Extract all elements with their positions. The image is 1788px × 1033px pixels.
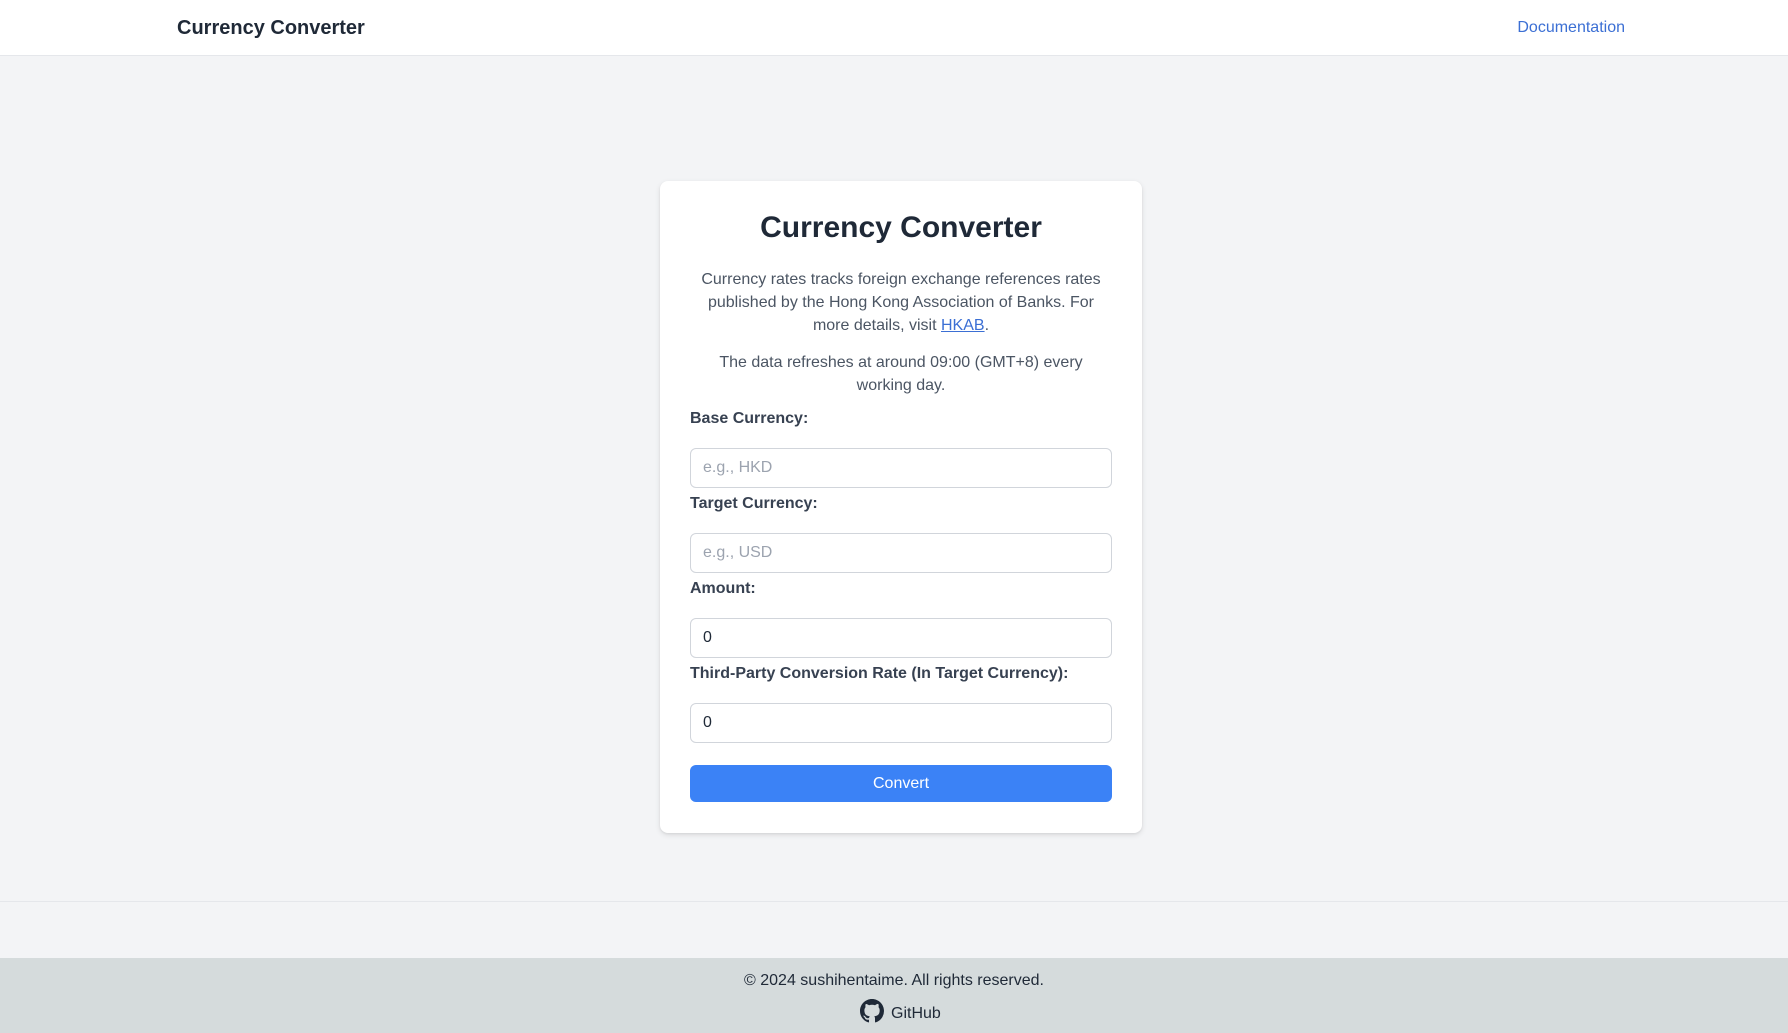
hkab-link[interactable]: HKAB [941, 317, 985, 334]
description-text: Currency rates tracks foreign exchange r… [698, 268, 1104, 337]
description-text-before: Currency rates tracks foreign exchange r… [701, 271, 1101, 334]
third-party-rate-input[interactable] [690, 703, 1112, 743]
brand-title[interactable]: Currency Converter [177, 17, 365, 40]
documentation-link[interactable]: Documentation [1517, 19, 1625, 37]
target-currency-input[interactable] [690, 533, 1112, 573]
base-currency-input[interactable] [690, 448, 1112, 488]
target-currency-label: Target Currency: [690, 495, 818, 512]
footer-divider [0, 901, 1788, 902]
converter-card: Currency Converter Currency rates tracks… [660, 181, 1142, 833]
page-footer: © 2024 sushihentaime. All rights reserve… [0, 958, 1788, 1033]
description-text-after: . [984, 317, 990, 334]
card-title: Currency Converter [760, 211, 1042, 244]
base-currency-label: Base Currency: [690, 410, 809, 427]
copyright-text: © 2024 sushihentaime. All rights reserve… [744, 972, 1044, 989]
top-navbar: Currency Converter Documentation [0, 0, 1788, 56]
convert-button[interactable]: Convert [690, 765, 1112, 802]
github-label: GitHub [891, 1004, 941, 1022]
github-icon [860, 999, 884, 1028]
amount-input[interactable] [690, 618, 1112, 658]
github-link[interactable]: GitHub [860, 999, 941, 1028]
third-party-rate-label: Third-Party Conversion Rate (In Target C… [690, 665, 1069, 682]
refresh-note: The data refreshes at around 09:00 (GMT+… [719, 354, 1083, 394]
amount-label: Amount: [690, 580, 756, 597]
